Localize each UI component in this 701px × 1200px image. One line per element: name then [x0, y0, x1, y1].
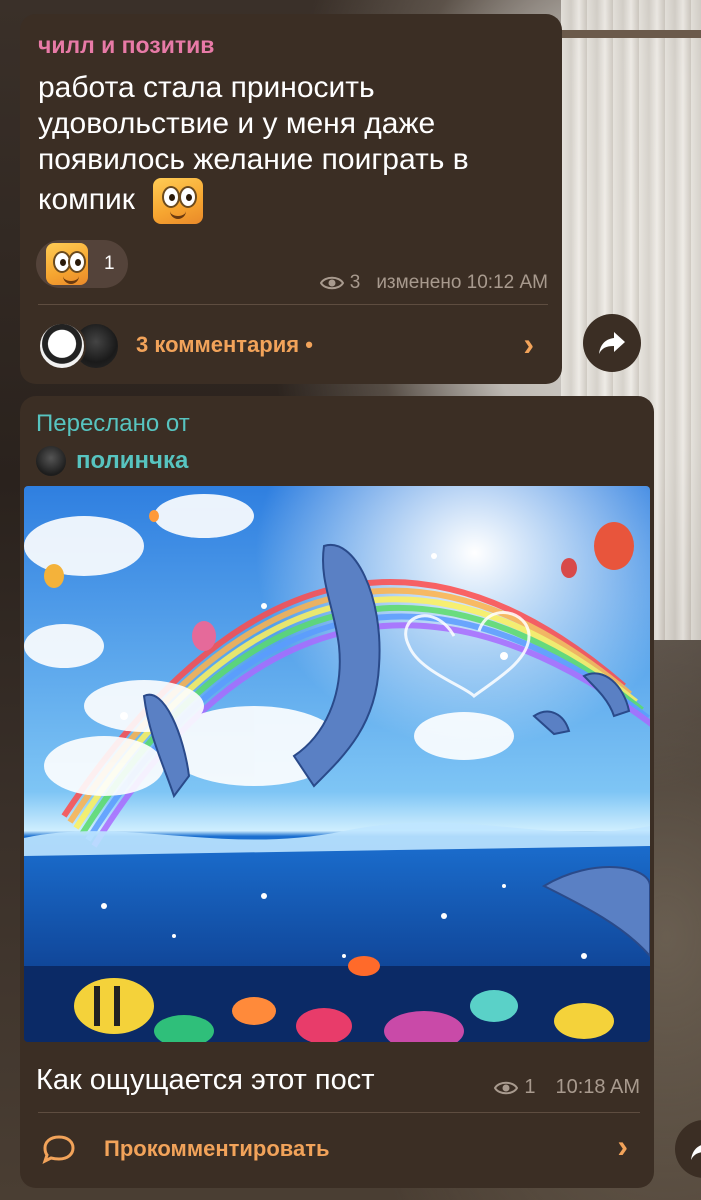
post-text: работа стала приносить удовольствие и у …	[38, 70, 548, 224]
reaction-chip[interactable]: 1	[36, 240, 128, 288]
post-card-1: чилл и позитив работа стала приносить уд…	[20, 14, 562, 384]
forwarded-author[interactable]: полинчка	[36, 444, 188, 478]
channel-name[interactable]: чилл и позитив	[38, 32, 214, 59]
post-meta: 1 10:18 AM	[494, 1076, 640, 1099]
background-curtain-rod	[551, 30, 701, 38]
divider	[38, 1112, 640, 1113]
views-eye-icon	[494, 1081, 519, 1094]
post-card-2: Переслано от полинчка Как ощущается этот…	[20, 396, 654, 1188]
share-arrow-icon	[691, 1145, 701, 1160]
chevron-right-icon: ›	[523, 326, 534, 362]
views-eye-icon	[319, 276, 344, 290]
comments-count-label: 3 комментария •	[136, 332, 313, 357]
comment-bubble-icon	[42, 1135, 75, 1164]
author-avatar	[36, 446, 66, 476]
comment-button-label: Прокомментировать	[104, 1136, 330, 1161]
divider	[38, 304, 548, 305]
chevron-right-icon: ›	[617, 1128, 628, 1164]
views-count: 3	[349, 272, 361, 293]
share-button[interactable]	[675, 1120, 701, 1178]
post-text-body: работа стала приносить удовольствие и у …	[38, 71, 469, 216]
views-count: 1	[524, 1076, 536, 1098]
goofy-face-emoji-icon	[153, 178, 204, 224]
post-caption: Как ощущается этот пост	[36, 1064, 375, 1096]
edited-timestamp: изменено 10:12 AM	[376, 272, 548, 293]
post-meta: 3 изменено 10:12 AM	[319, 272, 548, 294]
commenter-avatar	[38, 322, 86, 370]
dolphins-rainbow-image	[24, 486, 650, 1042]
reaction-count: 1	[104, 253, 115, 274]
author-name: полинчка	[76, 447, 189, 474]
share-arrow-icon	[599, 332, 625, 354]
goofy-face-reaction-icon	[46, 243, 88, 285]
post-timestamp: 10:18 AM	[555, 1076, 640, 1098]
comments-row[interactable]: 3 комментария • ›	[38, 318, 548, 374]
post-image[interactable]	[24, 486, 650, 1042]
comment-row[interactable]: Прокомментировать ›	[36, 1124, 640, 1174]
forwarded-from-label: Переслано от	[36, 410, 190, 437]
share-button[interactable]	[583, 314, 641, 372]
